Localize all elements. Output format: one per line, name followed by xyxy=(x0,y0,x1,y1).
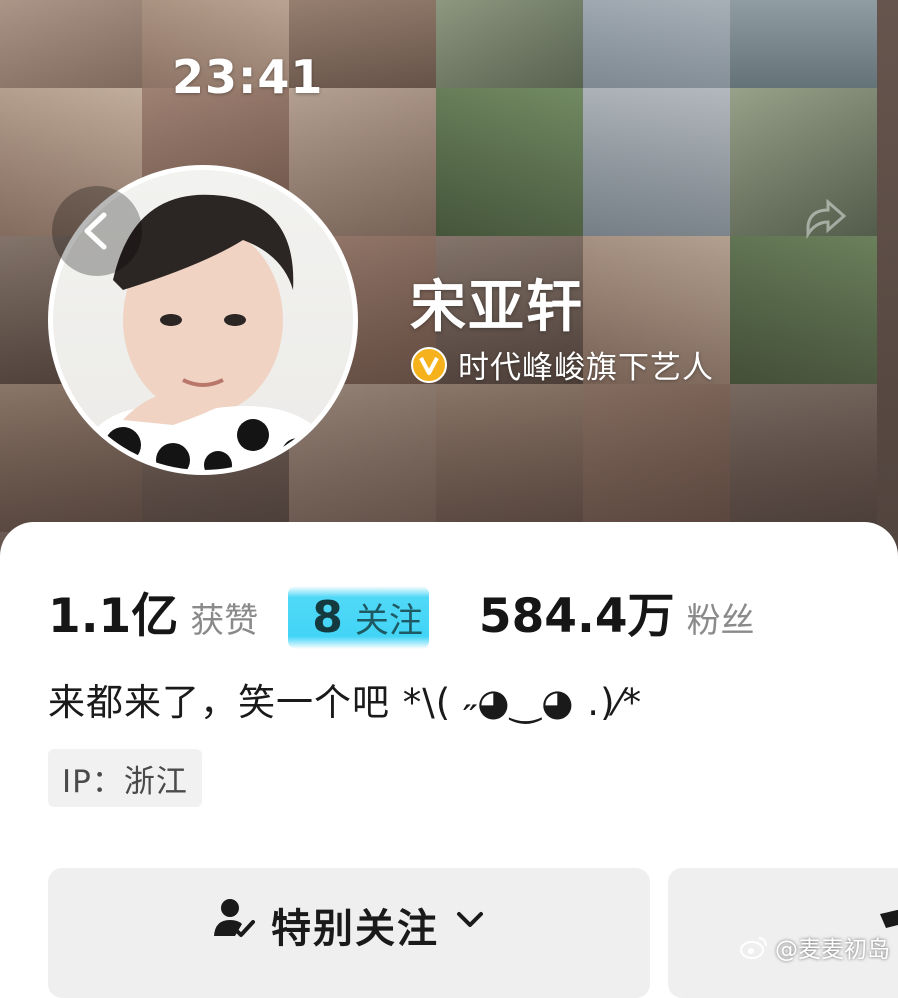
profile-info-card: 1.1亿 获赞 8 关注 584.4万 粉丝 来都来了，笑一个吧 *\( ˶◕‿… xyxy=(0,522,898,998)
stat-likes-label: 获赞 xyxy=(190,601,259,641)
verified-badge-icon xyxy=(411,346,447,383)
stat-followers[interactable]: 584.4万 粉丝 xyxy=(479,577,755,646)
watermark: @麦麦初岛 xyxy=(739,930,890,964)
stat-following[interactable]: 8 关注 xyxy=(288,586,429,649)
profile-header: 23:41 宋亚轩 时代峰峻旗下艺人 xyxy=(0,0,898,560)
verified-row: 时代峰峻旗下艺人 xyxy=(410,342,714,387)
profile-nickname: 宋亚轩 xyxy=(410,275,584,340)
ip-location-tag: IP：浙江 xyxy=(48,749,202,807)
share-icon[interactable] xyxy=(798,196,858,260)
chevron-down-icon xyxy=(457,912,483,927)
stat-following-value: 8 xyxy=(312,592,343,643)
stat-likes: 1.1亿 获赞 xyxy=(48,577,258,646)
weibo-icon xyxy=(740,937,767,959)
back-icon xyxy=(84,212,107,250)
special-follow-button[interactable]: 特别关注 xyxy=(48,868,650,998)
stats-row: 1.1亿 获赞 8 关注 584.4万 粉丝 xyxy=(48,577,755,649)
stat-likes-value: 1.1亿 xyxy=(48,589,179,644)
watermark-text: @麦麦初岛 xyxy=(775,937,890,963)
stat-followers-label: 粉丝 xyxy=(686,601,755,641)
user-check-icon xyxy=(214,899,255,937)
stat-followers-value: 584.4万 xyxy=(478,589,675,644)
verified-text: 时代峰峻旗下艺人 xyxy=(458,350,714,386)
stat-following-label: 关注 xyxy=(354,601,423,641)
back-button[interactable] xyxy=(52,186,142,276)
profile-bio: 来都来了，笑一个吧 *\( ˶◕‿◕ .)⁄* xyxy=(48,681,643,724)
status-bar-time: 23:41 xyxy=(172,50,324,104)
special-follow-label: 特别关注 xyxy=(271,906,439,952)
